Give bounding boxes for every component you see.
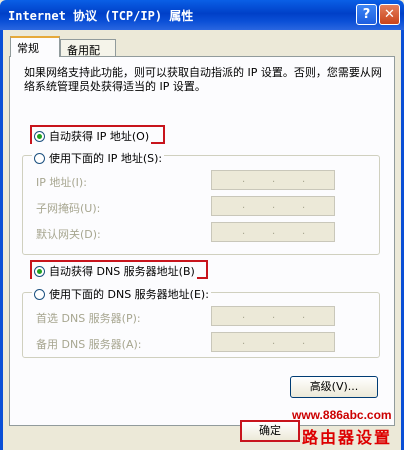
ip-address-label: IP 地址(I): bbox=[36, 176, 87, 189]
default-gateway-label: 默认网关(D): bbox=[36, 228, 101, 241]
watermark-text: 路由器设置 bbox=[302, 428, 393, 447]
close-button[interactable]: ✕ bbox=[379, 4, 400, 25]
ip-auto-label: 自动获得 IP 地址(O) bbox=[49, 130, 150, 143]
dns-auto-radio[interactable]: 自动获得 DNS 服务器地址(B) bbox=[32, 263, 197, 279]
radio-unselected-icon bbox=[34, 152, 45, 164]
ok-button[interactable]: 确定 bbox=[240, 420, 300, 442]
radio-selected-icon bbox=[34, 265, 45, 277]
advanced-button[interactable]: 高级(V)... bbox=[290, 376, 378, 398]
tab-general[interactable]: 常规 bbox=[10, 36, 60, 57]
close-icon: ✕ bbox=[384, 7, 395, 22]
dns-manual-label: 使用下面的 DNS 服务器地址(E): bbox=[49, 288, 209, 301]
ip-auto-radio[interactable]: 自动获得 IP 地址(O) bbox=[32, 128, 152, 144]
subnet-mask-field[interactable]: ... bbox=[211, 196, 335, 216]
radio-selected-icon bbox=[34, 130, 45, 142]
tab-alternate-config[interactable]: 备用配置 bbox=[60, 39, 116, 73]
ip-manual-radio[interactable]: 使用下面的 IP 地址(S): bbox=[32, 150, 165, 166]
default-gateway-field[interactable]: ... bbox=[211, 222, 335, 242]
dns-manual-radio[interactable]: 使用下面的 DNS 服务器地址(E): bbox=[32, 286, 211, 302]
alternate-dns-label: 备用 DNS 服务器(A): bbox=[36, 338, 142, 351]
title-bar[interactable]: Internet 协议 (TCP/IP) 属性 ? ✕ bbox=[0, 0, 404, 30]
subnet-mask-label: 子网掩码(U): bbox=[36, 202, 101, 215]
help-button[interactable]: ? bbox=[356, 4, 377, 25]
preferred-dns-label: 首选 DNS 服务器(P): bbox=[36, 312, 141, 325]
ip-manual-label: 使用下面的 IP 地址(S): bbox=[49, 152, 163, 165]
window-title: Internet 协议 (TCP/IP) 属性 bbox=[8, 9, 194, 23]
alternate-dns-field[interactable]: ... bbox=[211, 332, 335, 352]
watermark-url: www.886abc.com bbox=[292, 408, 392, 422]
dns-auto-label: 自动获得 DNS 服务器地址(B) bbox=[49, 265, 195, 278]
radio-unselected-icon bbox=[34, 288, 45, 300]
help-icon: ? bbox=[362, 7, 371, 22]
ip-address-field[interactable]: ... bbox=[211, 170, 335, 190]
description-text: 如果网络支持此功能，则可以获取自动指派的 IP 设置。否则，您需要从网络系统管理… bbox=[24, 66, 382, 93]
preferred-dns-field[interactable]: ... bbox=[211, 306, 335, 326]
